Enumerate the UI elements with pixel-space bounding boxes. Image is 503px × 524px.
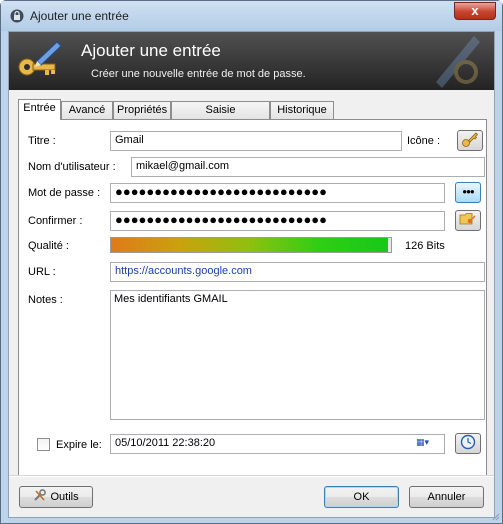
notes-textarea[interactable]: Mes identifiants GMAIL (110, 290, 485, 420)
dialog-client-area: Ajouter une entrée Créer une nouvelle en… (8, 31, 495, 518)
dialog-window: Ajouter une entrée x Ajouter une entrée … (0, 0, 503, 524)
wrench-icon (34, 489, 47, 501)
password-quality-fill (111, 238, 389, 252)
key-pencil-icon (18, 41, 62, 76)
password-quality-bar (110, 237, 392, 253)
clock-icon (460, 434, 476, 450)
confirm-label: Confirmer : (28, 215, 83, 227)
expiry-date-value: 05/10/2011 22:38:20 (115, 437, 216, 449)
tab-avance[interactable]: Avancé (61, 101, 113, 119)
title-label: Titre : (28, 135, 56, 147)
folder-key-icon (459, 213, 476, 225)
url-input[interactable]: https://accounts.google.com (110, 262, 485, 282)
lock-icon (10, 9, 24, 23)
key-watermark-icon (436, 36, 480, 88)
reveal-password-button[interactable]: ●●● (455, 182, 481, 203)
username-input[interactable]: mikael@gmail.com (131, 157, 485, 177)
calendar-dropdown-icon[interactable]: ▦▾ (416, 437, 440, 451)
entry-tab-panel: Titre : Gmail Icône : Nom d'utilisateur … (18, 119, 487, 476)
close-button[interactable]: x (454, 2, 496, 20)
icon-label: Icône : (407, 135, 441, 147)
password-label: Mot de passe : (28, 187, 101, 199)
password-input[interactable]: ●●●●●●●●●●●●●●●●●●●●●●●●●●● (110, 183, 445, 203)
icon-picker-button[interactable] (457, 130, 483, 151)
cancel-button[interactable]: Annuler (409, 486, 484, 508)
ok-button[interactable]: OK (324, 486, 399, 508)
url-label: URL : (28, 266, 56, 278)
expiry-presets-button[interactable] (455, 433, 481, 454)
window-title: Ajouter une entrée (30, 9, 129, 23)
username-label: Nom d'utilisateur : (28, 161, 116, 173)
resize-grip-icon[interactable] (490, 511, 500, 521)
tab-historique[interactable]: Historique (270, 101, 334, 119)
title-input[interactable]: Gmail (110, 131, 402, 151)
header-banner: Ajouter une entrée Créer une nouvelle en… (9, 32, 494, 90)
expires-checkbox[interactable] (37, 438, 50, 451)
tools-button-label: Outils (50, 491, 79, 503)
quality-label: Qualité : (28, 240, 69, 252)
notes-label: Notes : (28, 294, 63, 306)
expires-label: Expire le: (56, 439, 102, 451)
banner-subtitle: Créer une nouvelle entrée de mot de pass… (91, 68, 306, 80)
confirm-password-input[interactable]: ●●●●●●●●●●●●●●●●●●●●●●●●●●● (110, 211, 445, 231)
password-generator-button[interactable] (455, 210, 481, 231)
footer-separator (9, 475, 494, 477)
title-bar[interactable]: Ajouter une entrée x (1, 1, 502, 31)
banner-title: Ajouter une entrée (81, 41, 221, 60)
tab-entree[interactable]: Entrée (18, 99, 61, 120)
tools-button[interactable]: Outils (19, 486, 93, 508)
tab-proprietes[interactable]: Propriétés (113, 101, 171, 119)
tab-saisie-automatique[interactable]: Saisie automatique (171, 101, 270, 132)
key-icon (462, 132, 479, 147)
expiry-date-input[interactable]: 05/10/2011 22:38:20 ▦▾ (110, 434, 445, 454)
quality-bits: 126 Bits (405, 240, 445, 252)
